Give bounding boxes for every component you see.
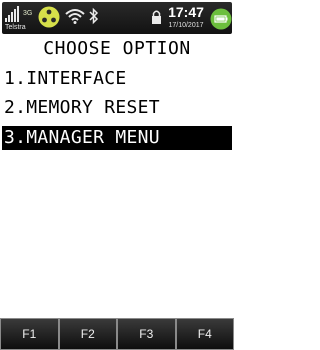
function-key-bar: F1 F2 F3 F4 xyxy=(0,318,234,350)
sim-card-icon xyxy=(38,6,60,28)
lock-icon xyxy=(152,10,161,24)
menu-item-memory-reset[interactable]: 2.MEMORY RESET xyxy=(2,96,232,120)
network-type: 3G xyxy=(23,10,33,17)
menu-item-interface[interactable]: 1.INTERFACE xyxy=(2,67,232,91)
clock-time: 17:47 xyxy=(168,4,204,20)
f4-button[interactable]: F4 xyxy=(176,319,233,349)
carrier-name: Telstra xyxy=(5,24,26,31)
status-bar: 3G Telstra 17:47 17/10/2017 xyxy=(2,2,232,34)
battery-icon xyxy=(210,8,232,30)
menu-item-manager-menu[interactable]: 3.MANAGER MENU xyxy=(2,126,232,150)
terminal-screen: 3G Telstra 17:47 17/10/2017 CHOOSE OPTIO… xyxy=(0,0,234,350)
menu-title: CHOOSE OPTION xyxy=(43,38,191,59)
clock-date: 17/10/2017 xyxy=(168,22,204,29)
f2-button[interactable]: F2 xyxy=(59,319,116,349)
f1-button[interactable]: F1 xyxy=(1,319,58,349)
signal-icon xyxy=(5,6,19,22)
bluetooth-icon xyxy=(89,7,99,25)
wifi-icon xyxy=(65,9,85,24)
f3-button[interactable]: F3 xyxy=(118,319,175,349)
